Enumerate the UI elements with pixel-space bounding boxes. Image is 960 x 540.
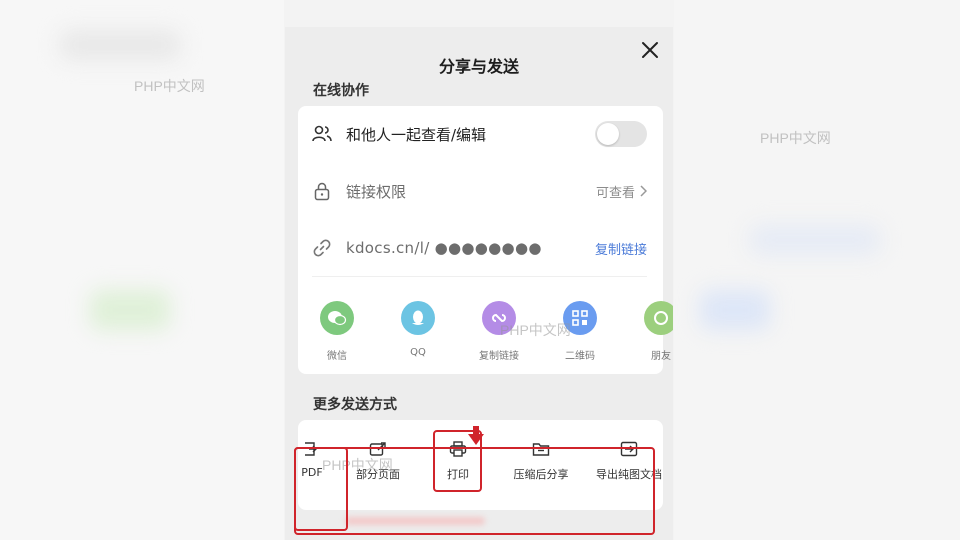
export-image-doc-icon xyxy=(619,440,639,458)
share-wechat[interactable]: 微信 xyxy=(307,301,367,362)
share-copy-link[interactable]: 复制链接 xyxy=(469,301,529,362)
qq-icon xyxy=(401,301,435,335)
link-icon xyxy=(312,238,332,258)
permission-value-text: 可查看 xyxy=(595,185,635,201)
share-link-text: kdocs.cn/l/ ●●●●●●●● xyxy=(346,239,542,257)
share-link-row: kdocs.cn/l/ ●●●●●●●● 复制链接 xyxy=(298,220,663,276)
down-arrow-marker xyxy=(468,426,484,445)
share-label: 朋友 xyxy=(651,351,671,362)
more-label: 压缩后分享 xyxy=(513,468,569,481)
share-moments[interactable]: 朋友 xyxy=(631,301,673,362)
share-qq[interactable]: QQ xyxy=(388,301,448,358)
share-label: QQ xyxy=(410,347,426,358)
more-label: PDF xyxy=(301,466,323,479)
share-label: 二维码 xyxy=(565,351,595,362)
chevron-right-icon xyxy=(640,185,647,197)
divider xyxy=(312,276,647,277)
sheet-title: 分享与发送 xyxy=(438,57,519,76)
view-edit-row[interactable]: 和他人一起查看/编辑 xyxy=(298,106,663,162)
link-permission-row[interactable]: 链接权限 可查看 xyxy=(298,163,663,219)
collab-toggle[interactable] xyxy=(595,121,647,147)
partial-page-share-icon xyxy=(368,440,388,458)
toggle-knob xyxy=(597,123,619,145)
moments-icon xyxy=(644,301,673,335)
more-pdf[interactable]: PDF xyxy=(285,440,335,479)
share-qrcode[interactable]: 二维码 xyxy=(550,301,610,362)
pdf-export-icon xyxy=(300,440,320,458)
qrcode-icon xyxy=(563,301,597,335)
share-label: 复制链接 xyxy=(479,351,519,362)
close-icon xyxy=(642,42,658,58)
wechat-icon xyxy=(320,301,354,335)
section-title-more: 更多发送方式 xyxy=(313,397,397,413)
more-print[interactable]: 打印 xyxy=(433,440,483,482)
miniprogram-link-icon xyxy=(482,301,516,335)
link-permission-label: 链接权限 xyxy=(346,182,407,201)
lock-icon xyxy=(312,181,332,201)
more-label: 导出纯图文档 xyxy=(596,468,662,481)
bottom-blur-strip xyxy=(345,517,485,525)
more-label: 部分页面 xyxy=(356,468,400,481)
background-right-panel xyxy=(674,0,960,540)
background-blur-block xyxy=(750,225,880,255)
more-label: 打印 xyxy=(447,468,469,481)
more-export-image-doc[interactable]: 导出纯图文档 xyxy=(585,440,673,482)
more-partial-pages[interactable]: 部分页面 xyxy=(343,440,413,482)
background-blur-block xyxy=(90,290,170,330)
compress-share-icon xyxy=(531,440,551,458)
share-label: 微信 xyxy=(327,351,347,362)
online-collab-card: 和他人一起查看/编辑 链接权限 可查看 kdocs.cn/l/ ●●●●●●●●… xyxy=(298,106,673,374)
close-button[interactable] xyxy=(637,37,663,63)
people-icon xyxy=(312,124,332,144)
section-title-online: 在线协作 xyxy=(313,83,369,99)
background-blur-block xyxy=(700,290,770,330)
view-edit-label: 和他人一起查看/编辑 xyxy=(346,125,487,144)
print-icon xyxy=(448,440,468,458)
more-compress-share[interactable]: 压缩后分享 xyxy=(505,440,577,482)
permission-value[interactable]: 可查看 xyxy=(596,182,647,201)
background-blur-block xyxy=(60,30,180,60)
copy-link-button[interactable]: 复制链接 xyxy=(595,239,647,258)
share-sheet: 分享与发送 在线协作 和他人一起查看/编辑 链接权限 可查看 kdocs.cn/… xyxy=(285,27,673,540)
background-left-panel xyxy=(0,0,284,540)
